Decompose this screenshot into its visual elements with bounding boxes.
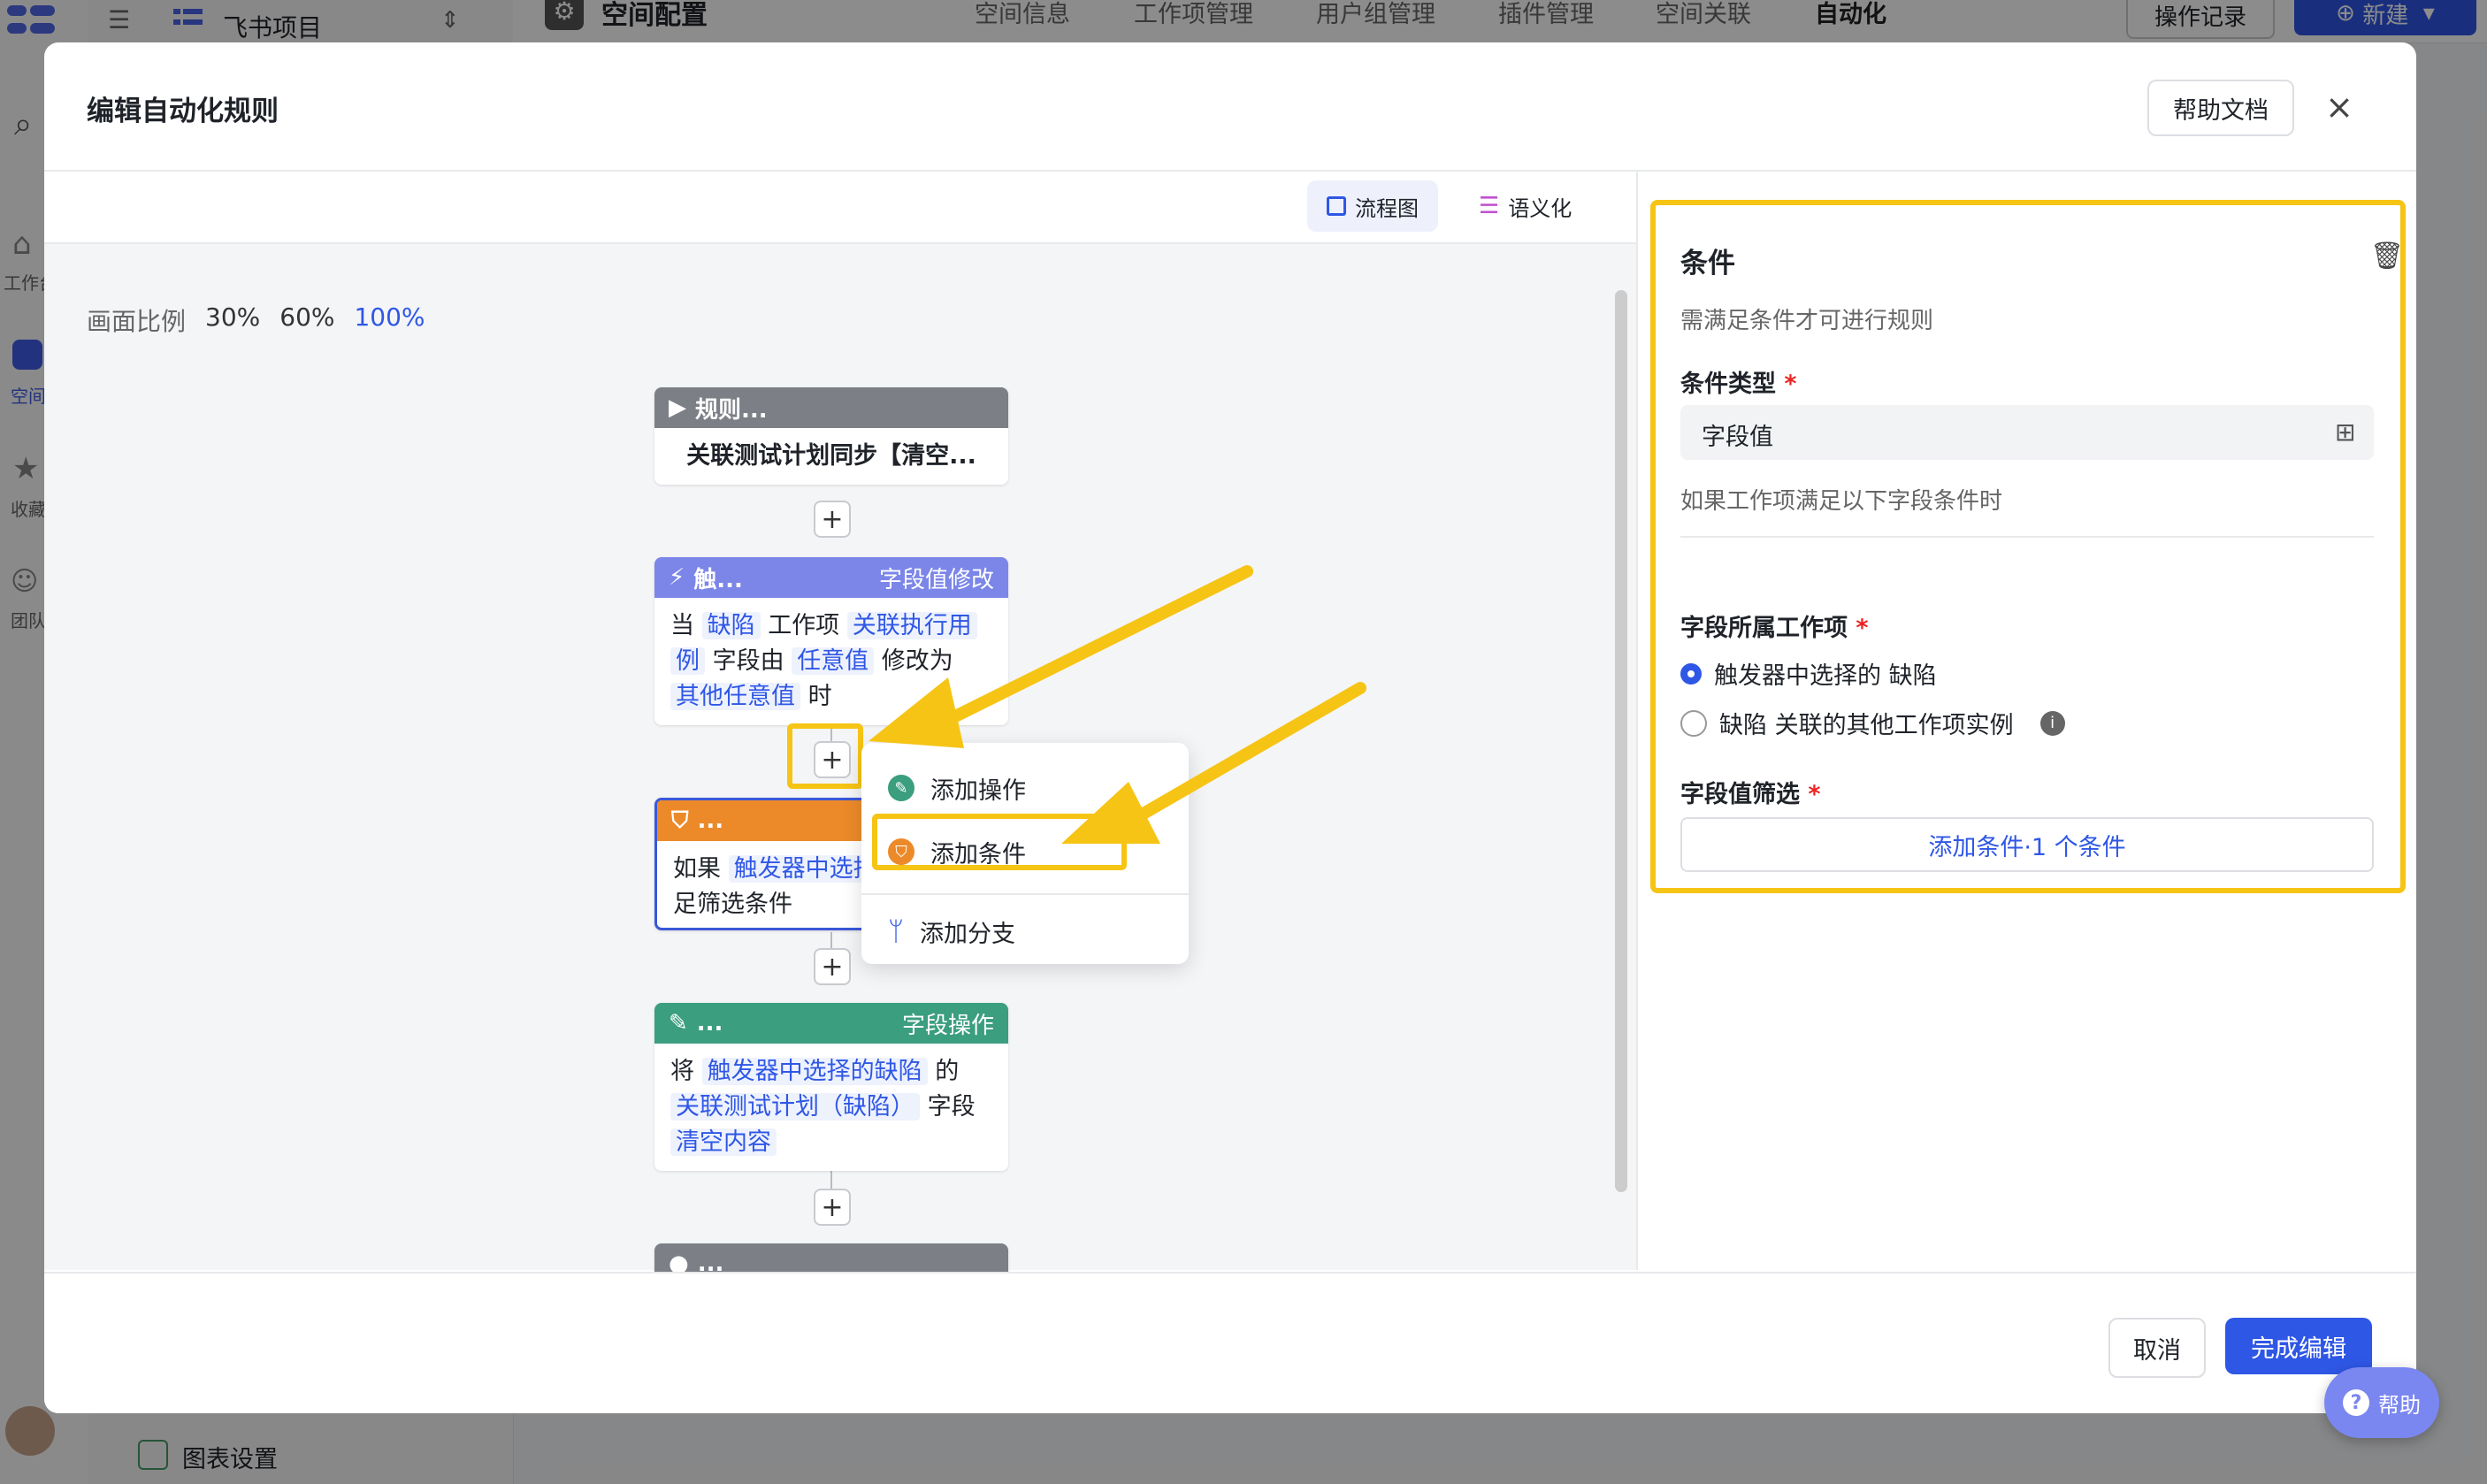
modal-footer: 取消 完成编辑: [44, 1272, 2416, 1413]
required-mark: *: [1808, 781, 1821, 808]
label-text: 字段值筛选: [1680, 781, 1800, 808]
panel-desc: 需满足条件才可进行规则: [1680, 308, 1934, 334]
modal-header: 编辑自动化规则 帮助文档 ×: [44, 42, 2416, 172]
radio-label: 缺陷 关联的其他工作项实例: [1719, 712, 2014, 739]
done-button[interactable]: 完成编辑: [2225, 1318, 2372, 1374]
condition-type-hint: 如果工作项满足以下字段条件时: [1680, 488, 2003, 515]
help-doc-button[interactable]: 帮助文档: [2147, 80, 2294, 136]
info-icon[interactable]: i: [2039, 710, 2065, 736]
edit-rule-modal: 编辑自动化规则 帮助文档 × 流程图 ☰ 语义化 画面比例 30% 60% 10…: [44, 42, 2416, 1413]
close-icon[interactable]: ×: [2317, 85, 2361, 129]
radio-linked-items[interactable]: 缺陷 关联的其他工作项实例 i: [1680, 706, 2065, 740]
filter-label: 字段值筛选 *: [1680, 775, 1821, 809]
owner-label: 字段所属工作项 *: [1680, 608, 1869, 643]
panel-title: 条件: [1680, 248, 1735, 279]
modal-title: 编辑自动化规则: [87, 96, 279, 127]
question-icon: ?: [2343, 1389, 2369, 1416]
help-float-button[interactable]: ? 帮助: [2324, 1367, 2439, 1438]
radio-checked-icon: [1680, 662, 1702, 685]
divider: [1680, 536, 2374, 538]
cancel-button[interactable]: 取消: [2108, 1318, 2206, 1378]
trash-icon[interactable]: 🗑: [2370, 241, 2404, 272]
condition-type-value: 字段值: [1702, 424, 1773, 451]
label-text: 条件类型: [1680, 371, 1776, 398]
annotation-arrows: [869, 565, 1366, 844]
condition-type-select[interactable]: 字段值 ⊞: [1680, 405, 2374, 460]
radio-trigger-defect[interactable]: 触发器中选择的 缺陷: [1680, 656, 1937, 691]
label-text: 字段所属工作项: [1680, 615, 1848, 642]
add-filter-button[interactable]: 添加条件·1 个条件: [1680, 817, 2374, 872]
condition-type-label: 条件类型 *: [1680, 364, 1797, 399]
grid-icon: ⊞: [2335, 417, 2356, 447]
condition-panel: 条件 🗑 需满足条件才可进行规则 条件类型 * 字段值 ⊞ 如果工作项满足以下字…: [1645, 172, 2416, 1270]
flow-canvas[interactable]: 流程图 ☰ 语义化 画面比例 30% 60% 100% ▶ 规则... 关联测试计…: [44, 172, 1638, 1314]
radio-unchecked-icon: [1680, 709, 1707, 737]
required-mark: *: [1784, 371, 1797, 398]
required-mark: *: [1856, 615, 1869, 642]
radio-label: 触发器中选择的 缺陷: [1714, 662, 1937, 690]
help-float-label: 帮助: [2378, 1392, 2421, 1418]
canvas-scrollbar[interactable]: [1615, 290, 1627, 1192]
